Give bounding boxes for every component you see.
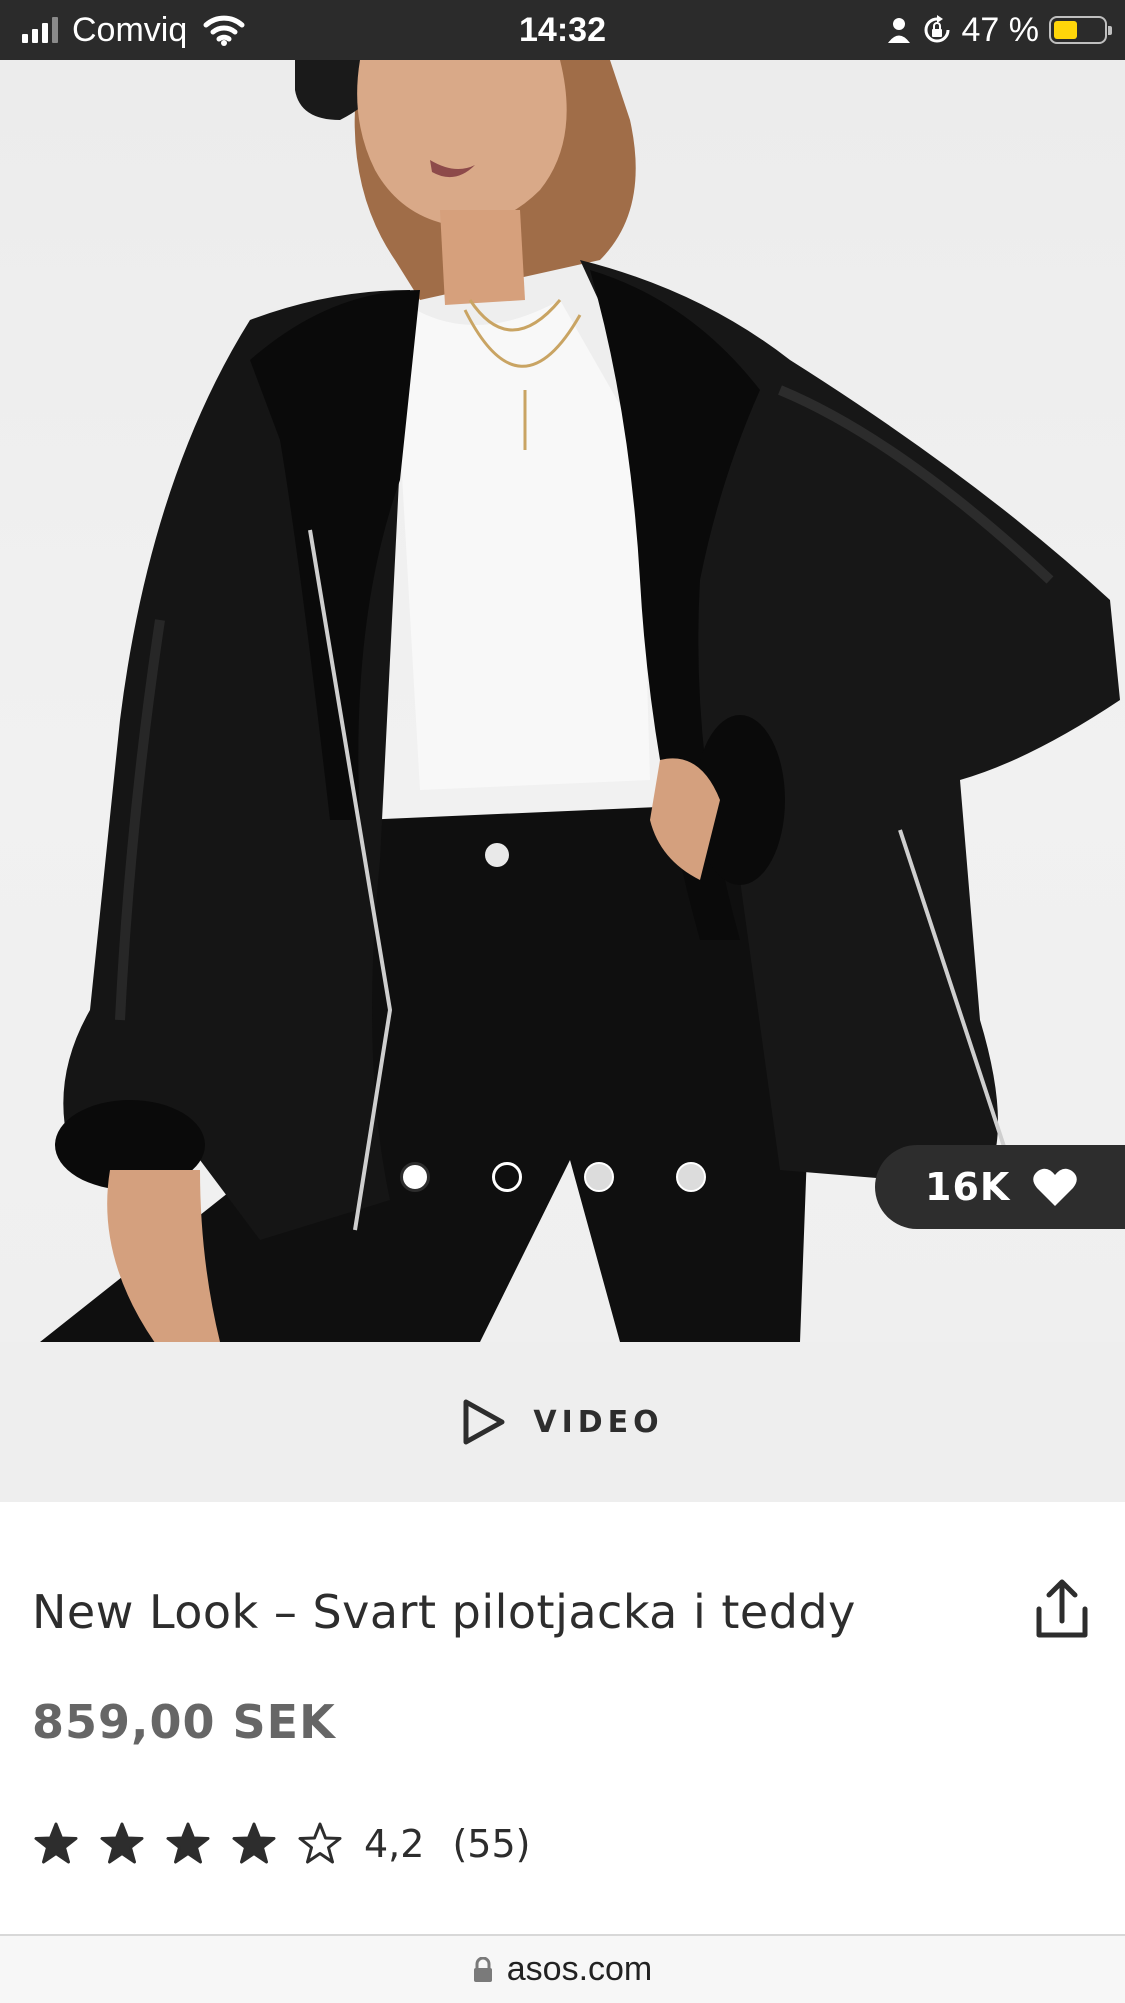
person-icon — [887, 18, 910, 43]
save-count: 16K — [925, 1165, 1011, 1209]
play-video-button[interactable]: VIDEO — [461, 1398, 663, 1446]
rating-row[interactable]: 4,2 (55) — [34, 1822, 530, 1866]
product-price: 859,00 SEK — [32, 1695, 336, 1749]
status-right: 47 % — [886, 0, 1112, 60]
rating-value: 4,2 — [364, 1822, 425, 1866]
rotation-lock-icon — [924, 15, 949, 43]
star-filled-icon — [100, 1822, 144, 1864]
status-bar: Comviq 14:32 47 % — [0, 0, 1125, 60]
play-icon — [463, 1399, 505, 1445]
star-filled-icon — [166, 1822, 210, 1864]
battery-fill — [1054, 21, 1077, 39]
rating-stars — [34, 1822, 342, 1866]
product-title: New Look – Svart pilotjacka i teddy — [32, 1585, 856, 1639]
carousel-dot-1[interactable] — [400, 1162, 430, 1192]
star-filled-icon — [232, 1822, 276, 1864]
browser-url-bar[interactable]: asos.com — [0, 1934, 1125, 2003]
carousel-dot-2[interactable] — [492, 1162, 522, 1192]
url-text: asos.com — [506, 1950, 653, 1988]
carousel-dot-4[interactable] — [676, 1162, 706, 1192]
save-to-wishlist-button[interactable]: 16K — [875, 1145, 1125, 1229]
rating-count[interactable]: (55) — [452, 1822, 530, 1866]
video-label: VIDEO — [533, 1404, 664, 1440]
heart-icon — [1033, 1168, 1078, 1206]
battery-percent: 47 % — [961, 10, 1040, 49]
video-strip: VIDEO — [0, 1342, 1125, 1502]
product-image[interactable]: 16K — [0, 60, 1125, 1342]
lock-icon — [473, 1956, 492, 1982]
share-button[interactable] — [1027, 1575, 1097, 1645]
carousel-dot-3[interactable] — [584, 1162, 614, 1192]
carousel-dots — [400, 1162, 706, 1192]
star-empty-icon — [298, 1822, 342, 1864]
share-icon — [1036, 1579, 1088, 1638]
star-filled-icon — [34, 1822, 78, 1864]
battery-icon — [1049, 16, 1112, 44]
